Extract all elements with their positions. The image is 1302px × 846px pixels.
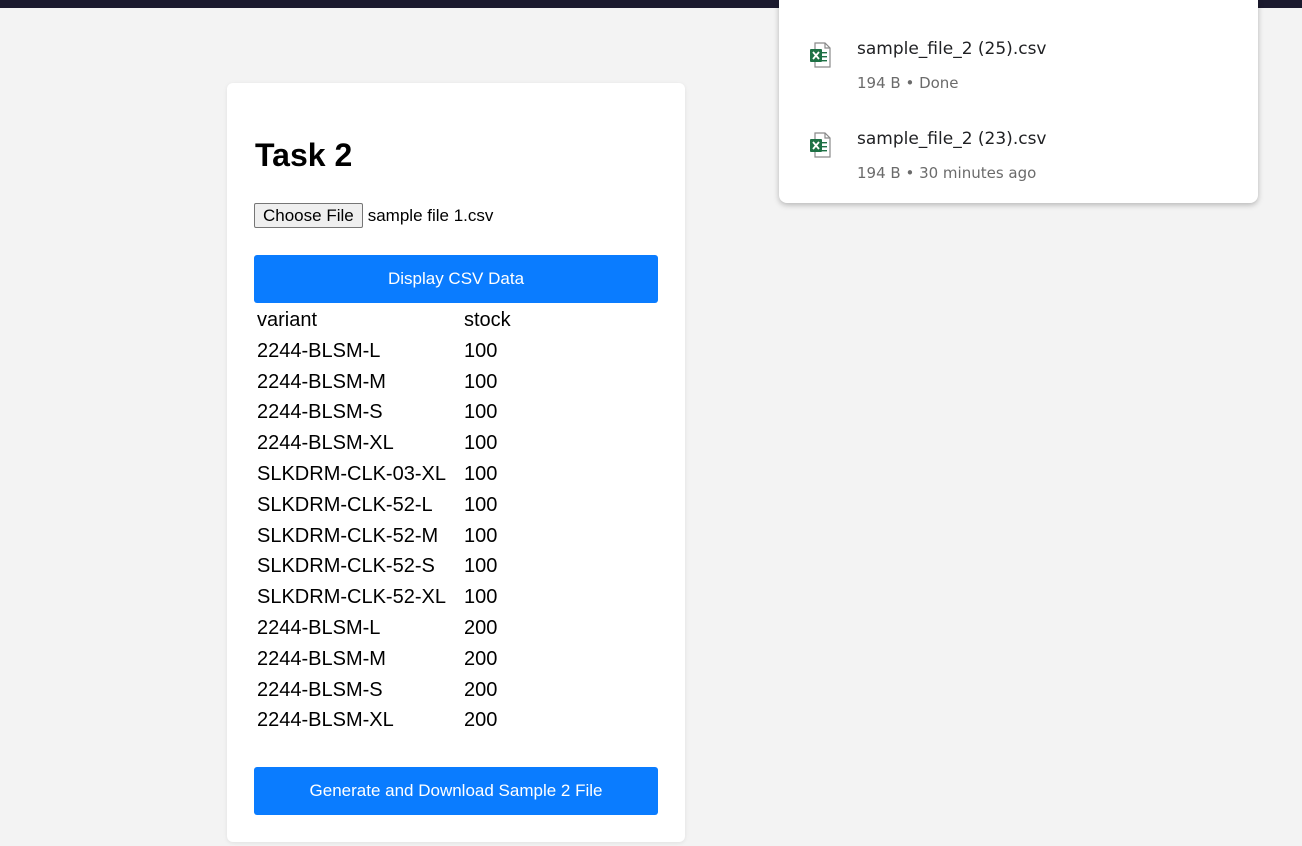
download-status: 194 B • Done <box>857 74 959 92</box>
column-header-stock: stock <box>464 309 511 331</box>
variant-cell: 2244-BLSM-XL <box>257 432 394 455</box>
selected-file-name: sample file 1.csv <box>367 205 494 225</box>
stock-cell: 200 <box>464 647 498 670</box>
stock-cell: 100 <box>464 401 498 424</box>
page-title: Task 2 <box>255 137 353 173</box>
stock-cell: 100 <box>464 339 498 362</box>
csv-table: variant stock 2244-BLSM-L 100 2244-BLSM-M… <box>255 305 513 736</box>
file-input[interactable]: Choose File sample file 1.csv <box>254 203 493 228</box>
table-row: 2244-BLSM-M 200 <box>255 644 513 675</box>
stock-cell: 100 <box>464 524 498 547</box>
table-row: 2244-BLSM-M 100 <box>255 367 513 398</box>
display-csv-button[interactable]: Display CSV Data <box>254 255 658 303</box>
variant-cell: 2244-BLSM-XL <box>257 709 394 732</box>
variant-cell: 2244-BLSM-M <box>257 370 386 393</box>
stock-cell: 200 <box>464 709 498 732</box>
variant-cell: SLKDRM-CLK-03-XL <box>257 462 446 485</box>
download-item[interactable]: sample_file_2 (25).csv 194 B • Done <box>779 11 1258 92</box>
variant-cell: 2244-BLSM-L <box>257 616 381 639</box>
download-item[interactable]: sample_file_2 (23).csv 194 B • 30 minute… <box>779 101 1258 182</box>
downloads-panel: sample_file_2 (25).csv 194 B • Done samp… <box>779 0 1258 203</box>
table-row: 2244-BLSM-XL 200 <box>255 705 513 736</box>
task-card: Task 2 Choose File sample file 1.csv Dis… <box>227 83 685 842</box>
stock-cell: 200 <box>464 678 498 701</box>
table-row: 2244-BLSM-L 100 <box>255 336 513 367</box>
stock-cell: 100 <box>464 432 498 455</box>
download-file-name[interactable]: sample_file_2 (23).csv <box>857 129 1046 149</box>
variant-cell: SLKDRM-CLK-52-XL <box>257 586 446 609</box>
table-row: SLKDRM-CLK-52-S 100 <box>255 551 513 582</box>
variant-cell: 2244-BLSM-M <box>257 647 386 670</box>
variant-cell: 2244-BLSM-S <box>257 678 383 701</box>
stock-cell: 100 <box>464 370 498 393</box>
table-row: SLKDRM-CLK-52-M 100 <box>255 521 513 552</box>
download-status: 194 B • 30 minutes ago <box>857 164 1037 182</box>
stock-cell: 200 <box>464 616 498 639</box>
excel-file-icon <box>810 42 831 68</box>
table-row: 2244-BLSM-S 100 <box>255 397 513 428</box>
variant-cell: 2244-BLSM-L <box>257 339 381 362</box>
table-row: 2244-BLSM-XL 100 <box>255 428 513 459</box>
table-row: SLKDRM-CLK-52-XL 100 <box>255 582 513 613</box>
table-row: SLKDRM-CLK-52-L 100 <box>255 490 513 521</box>
variant-cell: 2244-BLSM-S <box>257 401 383 424</box>
download-file-name[interactable]: sample_file_2 (25).csv <box>857 39 1046 59</box>
variant-cell: SLKDRM-CLK-52-S <box>257 555 435 578</box>
choose-file-button[interactable]: Choose File <box>254 203 363 228</box>
excel-file-icon <box>810 132 831 158</box>
table-row: 2244-BLSM-S 200 <box>255 675 513 706</box>
stock-cell: 100 <box>464 586 498 609</box>
stock-cell: 100 <box>464 462 498 485</box>
table-row: SLKDRM-CLK-03-XL 100 <box>255 459 513 490</box>
column-header-variant: variant <box>257 309 318 331</box>
variant-cell: SLKDRM-CLK-52-L <box>257 493 433 516</box>
stock-cell: 100 <box>464 555 498 578</box>
table-row: 2244-BLSM-L 200 <box>255 613 513 644</box>
table-header-row: variant stock <box>255 305 513 336</box>
generate-download-button[interactable]: Generate and Download Sample 2 File <box>254 767 658 815</box>
stock-cell: 100 <box>464 493 498 516</box>
variant-cell: SLKDRM-CLK-52-M <box>257 524 439 547</box>
